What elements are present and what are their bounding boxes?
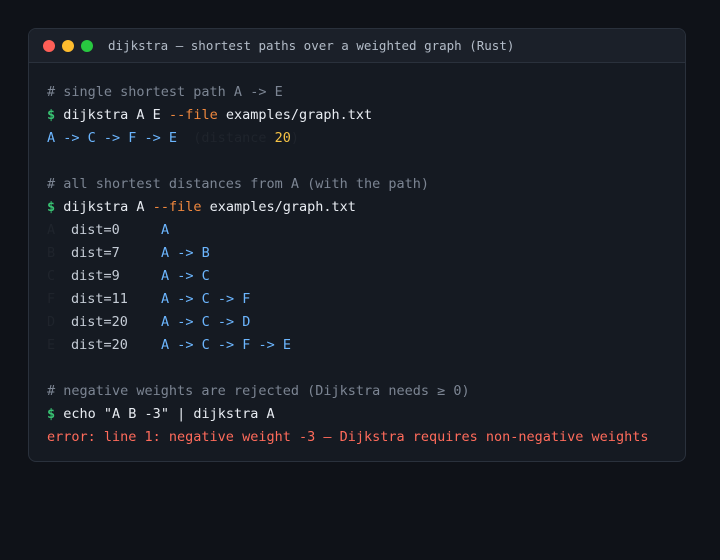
- title-bar: dijkstra — shortest paths over a weighte…: [29, 29, 685, 63]
- window-title: dijkstra — shortest paths over a weighte…: [108, 38, 515, 53]
- row-path: A -> C: [161, 268, 210, 284]
- distance-row: Adist=0 A: [47, 219, 667, 242]
- close-window-button[interactable]: [43, 39, 55, 52]
- row-path: A: [161, 222, 170, 238]
- maximize-window-button[interactable]: [81, 39, 93, 52]
- command-argument: examples/graph.txt: [217, 107, 373, 123]
- distance-row: Fdist=11 A -> C -> F: [47, 288, 667, 311]
- comment-line: # single shortest path A -> E: [47, 84, 283, 100]
- error-message: error: line 1: negative weight -3 — Dijk…: [47, 429, 649, 445]
- command-flag: --file: [152, 199, 202, 215]
- command-line: $ echo "A B -3" | dijkstra A: [47, 403, 667, 426]
- distance-row: Ddist=20 A -> C -> D: [47, 311, 667, 334]
- row-path: A -> C -> F: [161, 291, 251, 307]
- command-text: dijkstra A E: [63, 107, 169, 123]
- row-distance: dist=20: [71, 314, 128, 330]
- row-distance: dist=0: [71, 222, 120, 238]
- output-line: A -> C -> F -> E (distance 20): [47, 127, 667, 150]
- terminal-window: dijkstra — shortest paths over a weighte…: [28, 28, 686, 462]
- row-distance: dist=11: [71, 291, 128, 307]
- prompt-symbol: $: [47, 406, 56, 422]
- command-line: $ dijkstra A E --file examples/graph.txt: [47, 104, 667, 127]
- command-text: dijkstra A: [63, 199, 153, 215]
- distance-row: Bdist=7 A -> B: [47, 242, 667, 265]
- prompt-symbol: $: [47, 107, 56, 123]
- row-node: C: [47, 268, 56, 284]
- comment-line: # all shortest distances from A (with th…: [47, 176, 430, 192]
- distance-value: 20: [274, 130, 291, 146]
- row-distance: dist=20: [71, 337, 128, 353]
- row-path: A -> C -> D: [161, 314, 251, 330]
- row-distance: dist=7: [71, 245, 120, 261]
- row-node: D: [47, 314, 56, 330]
- row-node: A: [47, 222, 56, 238]
- minimize-window-button[interactable]: [62, 39, 74, 52]
- distance-row: Edist=20 A -> C -> F -> E: [47, 334, 667, 357]
- row-distance: dist=9: [71, 268, 120, 284]
- row-node: E: [47, 337, 56, 353]
- output-path: A -> C -> F -> E: [47, 130, 178, 146]
- prompt-symbol: $: [47, 199, 56, 215]
- command-text: echo "A B -3" | dijkstra A: [63, 406, 275, 422]
- row-node: F: [47, 291, 56, 307]
- command-argument: examples/graph.txt: [201, 199, 356, 215]
- command-flag: --file: [168, 107, 218, 123]
- distance-label: (distance: [177, 130, 275, 146]
- terminal-output[interactable]: # single shortest path A -> E $ dijkstra…: [29, 63, 685, 449]
- row-path: A -> B: [161, 245, 210, 261]
- command-line: $ dijkstra A --file examples/graph.txt: [47, 196, 667, 219]
- distance-close: ): [290, 130, 299, 146]
- distance-row: Cdist=9 A -> C: [47, 265, 667, 288]
- row-path: A -> C -> F -> E: [161, 337, 292, 353]
- comment-line: # negative weights are rejected (Dijkstr…: [47, 383, 470, 399]
- row-node: B: [47, 245, 56, 261]
